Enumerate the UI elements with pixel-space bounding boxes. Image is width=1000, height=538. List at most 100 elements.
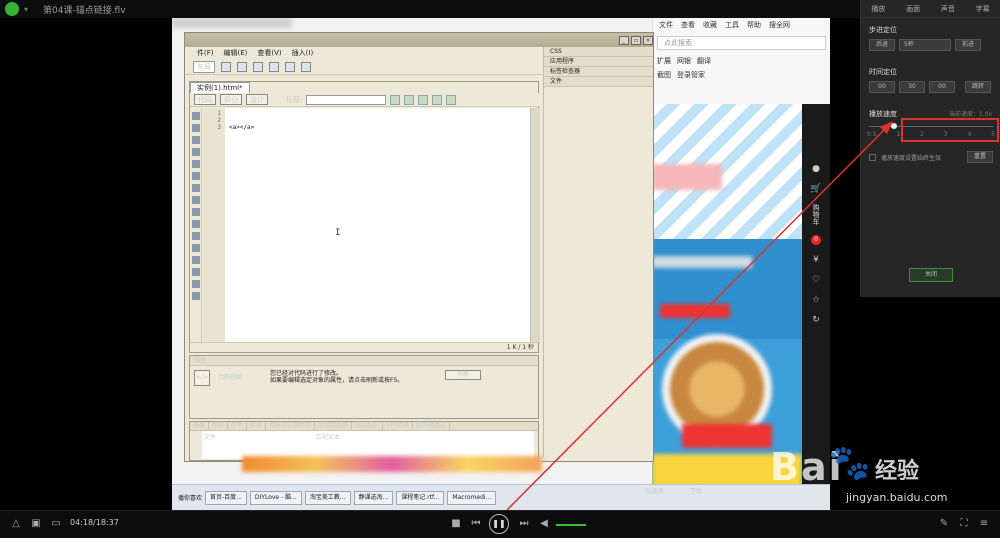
- browser-search-all-button: 搜全网: [769, 21, 790, 29]
- dw-restore-icon: ▫: [631, 35, 641, 45]
- settings-tab-sound[interactable]: 声音: [941, 4, 955, 14]
- layout-table-icon: [269, 61, 279, 72]
- browser-tool-extensions: 扩展: [657, 57, 671, 65]
- time-minutes-input[interactable]: 30: [899, 81, 925, 93]
- taskbar-start: 播你喜欢: [178, 495, 203, 502]
- pause-button[interactable]: ❚❚: [489, 514, 509, 534]
- stop-icon[interactable]: ■: [450, 518, 462, 530]
- player-control-bar: △ ▣ ▭ 04:18/18:37 ■ ⏮ ❚❚ ⏭ ◀ ✎ ⛶ ≡: [0, 510, 1000, 538]
- dw-refresh-button: 刷新: [445, 370, 481, 380]
- dw-minimize-icon: _: [619, 35, 629, 45]
- playback-time: 04:18/18:37: [70, 518, 119, 527]
- avatar: ●: [812, 164, 820, 174]
- refresh-icon: [432, 94, 443, 105]
- expand-all-icon: [191, 148, 200, 156]
- wrap-tag-icon: [191, 232, 200, 240]
- balance-braces-icon: [191, 172, 200, 180]
- time-seconds-input[interactable]: 00: [929, 81, 955, 93]
- dw-panel-application: 应用程序: [544, 57, 653, 67]
- settings-tabs: 播放 画面 声音 字幕: [861, 0, 1000, 18]
- tab-ftp-log: FTP记录: [383, 422, 413, 430]
- step-back-button[interactable]: 后退: [869, 39, 895, 51]
- dw-properties-message: 您已经对代码进行了修改。 如果要编辑选定对象的属性，请点击刷新或按F5。: [270, 370, 403, 384]
- dw-doc-tab: 实例(1).html*: [190, 82, 250, 93]
- settings-tab-play[interactable]: 播放: [871, 4, 885, 14]
- settings-tab-picture[interactable]: 画面: [906, 4, 920, 14]
- speed-slider-handle[interactable]: [891, 123, 897, 129]
- tab-server-debug: 服务器调试: [413, 422, 450, 430]
- dw-properties-panel: 属性 </> 代码视图 您已经对代码进行了修改。 如果要编辑选定对象的属性，请点…: [189, 355, 539, 419]
- message-line: 您已经对代码进行了修改。: [270, 370, 343, 377]
- dw-properties-code-view: 代码视图: [218, 374, 243, 381]
- dw-line-number-gutter: 1 2 3: [203, 108, 225, 342]
- remove-comment-icon: [191, 220, 200, 228]
- dw-panel-groups: CSS 应用程序 标签检查器 文件: [543, 47, 653, 457]
- blurred-red-label: [660, 304, 730, 318]
- taskbar-item: 淘宝美工教...: [304, 490, 351, 505]
- col-match-text: 匹配文本: [316, 434, 341, 441]
- dw-panel-files: 文件: [544, 77, 653, 87]
- playlist-icon[interactable]: ≡: [978, 518, 990, 530]
- dw-title-bar: _ ▫ ×: [185, 33, 653, 47]
- code-view-icon: </>: [194, 370, 210, 386]
- collapse-selection-icon: [191, 136, 200, 144]
- browser-toolbar: 扩展 网银 翻译: [653, 54, 830, 68]
- preview-icon: [404, 94, 415, 105]
- reset-button[interactable]: 重置: [967, 151, 993, 163]
- dw-code-view-button: 代码: [194, 94, 216, 105]
- next-icon[interactable]: ⏭: [518, 518, 530, 530]
- watermark-cn: 经验: [875, 459, 920, 484]
- dw-menu-file: 件(F): [197, 49, 214, 57]
- dw-close-icon: ×: [643, 35, 653, 45]
- dw-results-panel: 结果 搜索 参考 验证 目标浏览器检查 链接检查器 站点报告 FTP记录 服务器…: [189, 421, 539, 461]
- blurred-heading: [652, 164, 722, 190]
- browser-menubar: 文件 查看 收藏 工具 帮助 搜全网: [653, 18, 830, 32]
- time-hours-input[interactable]: 00: [869, 81, 895, 93]
- chevron-down-icon[interactable]: ▾: [21, 5, 31, 14]
- star-icon: ☆: [811, 295, 821, 305]
- recorded-browser-chrome: 文件 查看 收藏 工具 帮助 搜全网 点此搜索 扩展 网银 翻译 截图 登录管家: [652, 18, 830, 104]
- taskbar-item: 首页-百度...: [205, 490, 247, 505]
- layer-icon: [237, 61, 247, 72]
- browser-menu-help: 帮助: [747, 21, 761, 29]
- cart-icon: 🛒: [810, 184, 822, 194]
- keep-speed-checkbox[interactable]: [869, 154, 876, 161]
- heart-icon: ♡: [811, 275, 821, 285]
- step-forward-button[interactable]: 前进: [955, 39, 981, 51]
- move-css-icon: [191, 256, 200, 264]
- volume-slider[interactable]: [556, 524, 586, 526]
- dw-split-view-button: 拆分: [220, 94, 242, 105]
- format-source-icon: [191, 292, 200, 300]
- message-line: 如果要编辑选定对象的属性，请点击刷新或按F5。: [270, 377, 404, 384]
- dw-coding-toolbar: [190, 108, 202, 342]
- tab-site-reports: 站点报告: [352, 422, 384, 430]
- browser-tool-translate: 翻译: [697, 57, 711, 65]
- video-frame[interactable]: 文件 查看 收藏 工具 帮助 搜全网 点此搜索 扩展 网银 翻译 截图 登录管家: [172, 18, 830, 510]
- screen-icon[interactable]: ▣: [30, 518, 42, 530]
- tab-validation: 验证: [247, 422, 267, 430]
- monitor-icon[interactable]: ▭: [50, 518, 62, 530]
- fullscreen-icon[interactable]: ⛶: [958, 518, 970, 530]
- dw-panel-tag-inspector: 标签检查器: [544, 67, 653, 77]
- player-logo-icon[interactable]: [5, 2, 19, 16]
- warning-icon[interactable]: △: [10, 518, 22, 530]
- line-number: 2: [217, 117, 221, 124]
- settings-icon[interactable]: ✎: [938, 518, 950, 530]
- tab-reference: 参考: [228, 422, 248, 430]
- jump-button[interactable]: 跳转: [965, 81, 991, 93]
- settings-tab-subtitle[interactable]: 字幕: [976, 4, 990, 14]
- open-documents-icon: [191, 112, 200, 120]
- dw-menu-view: 查看(V): [257, 49, 282, 57]
- tray-accelerate: 加速器: [646, 487, 665, 495]
- close-settings-button[interactable]: 关闭: [909, 268, 953, 282]
- volume-icon[interactable]: ◀: [538, 518, 550, 530]
- player-settings-panel: 播放 画面 声音 字幕 步进定位 后退 5秒 前进 时间定位 00 30 00 …: [860, 0, 1000, 297]
- dw-panel-css: CSS: [544, 47, 653, 57]
- keep-speed-label: 播放速度设置始终生效: [881, 155, 942, 162]
- debug-icon: [418, 94, 429, 105]
- dw-document-window: 实例(1).html* 代码 拆分 设计 标题: 1 2 3 <a></a> I…: [189, 81, 540, 353]
- step-interval-select[interactable]: 5秒: [899, 39, 951, 51]
- blurred-strip: [242, 456, 542, 472]
- frame-icon: [253, 61, 263, 72]
- previous-icon[interactable]: ⏮: [470, 518, 482, 530]
